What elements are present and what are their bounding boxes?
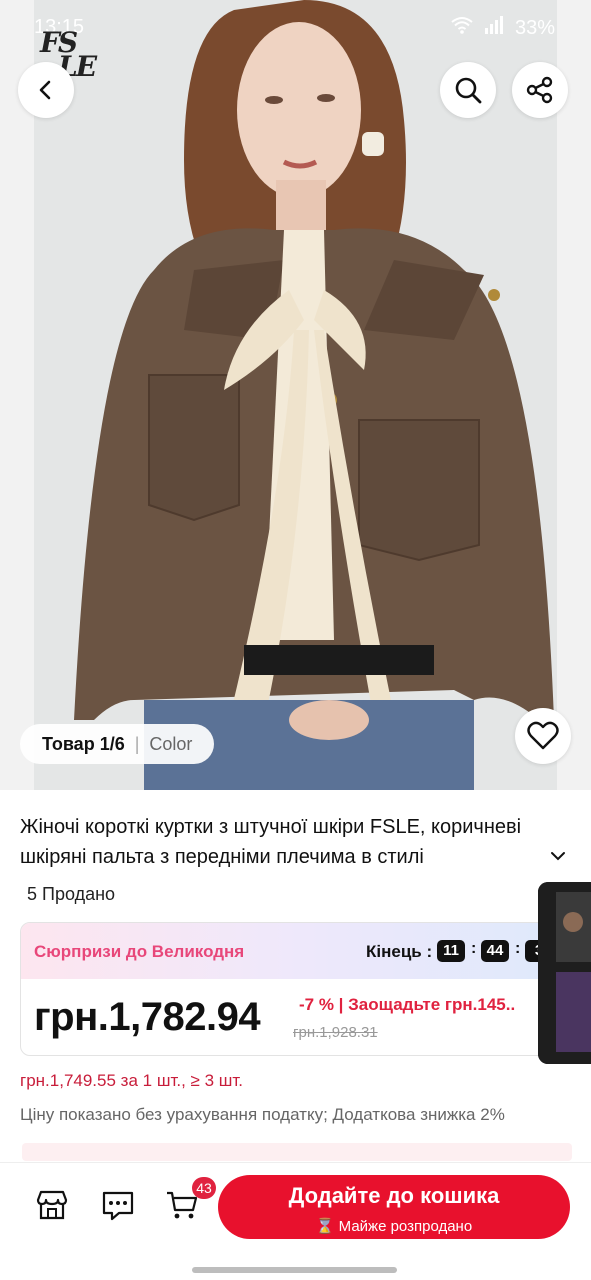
bottom-action-bar: 43 Додайте до кошика ⌛ Майже розпродано (0, 1162, 591, 1280)
timer-colon: : (471, 940, 477, 957)
store-button[interactable] (32, 1185, 72, 1225)
chat-button[interactable] (98, 1185, 138, 1225)
chevron-left-icon (39, 80, 51, 100)
add-to-cart-button[interactable]: Додайте до кошика ⌛ Майже розпродано (218, 1175, 570, 1239)
product-photo (34, 0, 557, 790)
bulk-price: грн.1,749.55 за 1 шт., ≥ 3 шт. (20, 1071, 244, 1090)
timer-colon: : (515, 940, 521, 957)
wishlist-button[interactable] (515, 708, 571, 764)
search-button[interactable] (440, 62, 496, 118)
store-icon (36, 1190, 68, 1220)
share-icon (526, 76, 553, 104)
expand-title-button[interactable] (548, 846, 568, 871)
gallery-edge-right (557, 0, 591, 790)
gallery-indicator[interactable]: Товар 1/6 | Color (20, 724, 215, 764)
floating-video[interactable] (538, 882, 591, 1064)
chat-icon (102, 1191, 134, 1221)
gallery-counter: Товар 1/6 (42, 733, 125, 754)
coupon-strip[interactable] (22, 1143, 572, 1161)
promo-banner[interactable]: Сюрпризи до Великодня Кінець : 11 : 44 :… (21, 923, 554, 979)
cart-count-badge: 43 (192, 1177, 216, 1199)
product-page: 13:15 33% FS LE Товар 1/6 | Color Жіночі … (0, 0, 591, 1280)
heart-icon (527, 721, 559, 750)
battery-level: 33% (514, 16, 555, 39)
gallery-color-tab[interactable]: Color (149, 734, 192, 755)
product-title: Жіночі короткі куртки з штучної шкіри FS… (20, 816, 522, 868)
search-icon (455, 77, 482, 104)
promo-title: Сюрпризи до Великодня (34, 942, 245, 961)
home-indicator[interactable] (192, 1267, 397, 1273)
timer-hours: 11 (437, 940, 465, 962)
status-icons: 33% (451, 16, 555, 40)
gallery-edge-left (0, 0, 34, 790)
gallery-separator: | (134, 733, 140, 754)
product-gallery[interactable] (0, 0, 591, 790)
current-price: грн.1,782.94 (34, 995, 261, 1039)
add-to-cart-label: Додайте до кошика (288, 1183, 500, 1208)
price-card: Сюрпризи до Великодня Кінець : 11 : 44 :… (20, 922, 555, 1056)
stock-note: ⌛ Майже розпродано (315, 1218, 473, 1235)
tax-note: Ціну показано без урахування податку; До… (20, 1105, 505, 1124)
sold-count: 5 Продано (27, 884, 116, 904)
chevron-down-icon (551, 852, 565, 861)
signal-icon (483, 16, 505, 40)
timer-minutes: 44 (481, 940, 509, 962)
promo-end-label: Кінець : (366, 942, 433, 961)
wifi-icon (451, 16, 473, 40)
back-button[interactable] (18, 62, 74, 118)
original-price: грн.1,928.31 (293, 1024, 378, 1041)
share-button[interactable] (512, 62, 568, 118)
discount-label: -7 % | Заощадьте грн.145.. (299, 995, 516, 1014)
